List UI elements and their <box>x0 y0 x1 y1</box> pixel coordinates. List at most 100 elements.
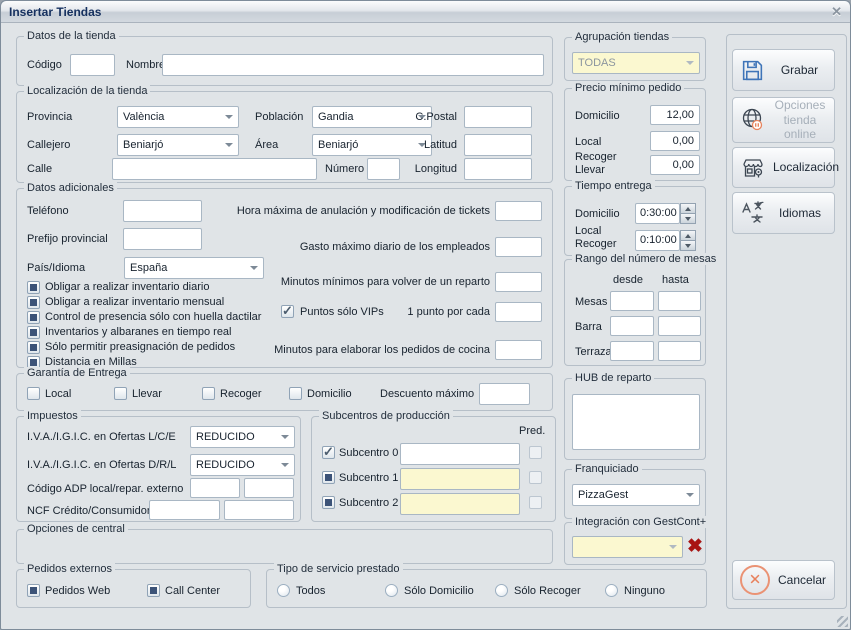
checkbox-pedidos-web[interactable] <box>27 584 40 597</box>
adp-externo-input[interactable] <box>244 478 294 498</box>
chevron-down-icon <box>225 143 233 147</box>
checkbox-preasignacion[interactable] <box>27 341 40 354</box>
subcentro-1-input[interactable] <box>400 468 520 490</box>
tiempo-local-spinner[interactable] <box>680 230 696 251</box>
minutos-minimos-input[interactable] <box>495 272 542 292</box>
group-gestcont: Integración con GestCont+ ✖ <box>564 522 706 565</box>
subcentro-0-input[interactable] <box>400 443 520 465</box>
spin-down-icon[interactable] <box>680 240 696 251</box>
mesas-desde-input[interactable] <box>610 291 654 311</box>
group-title: Impuestos <box>24 410 81 422</box>
checkbox-inventario-diario[interactable] <box>27 281 40 294</box>
close-icon[interactable]: ✕ <box>831 5 842 18</box>
codigo-input[interactable] <box>70 54 115 76</box>
adp-label: Código ADP local/repar. externo <box>27 483 183 496</box>
radio-ninguno[interactable] <box>605 584 618 597</box>
minutos-cocina-label: Minutos para elaborar los pedidos de coc… <box>217 344 490 356</box>
mesas-hasta-input[interactable] <box>658 291 701 311</box>
group-title: Subcentros de producción <box>319 410 453 422</box>
resize-grip[interactable] <box>837 616 848 627</box>
group-datos-adicionales: Datos adicionales Teléfono Prefijo provi… <box>16 188 553 368</box>
iva-drl-combo[interactable]: REDUCIDO <box>190 454 295 476</box>
longitud-input[interactable] <box>464 158 532 180</box>
checkbox-label: Obligar a realizar inventario diario <box>45 281 209 294</box>
hub-listbox[interactable] <box>572 394 700 450</box>
tiempo-domicilio-input[interactable]: 0:30:00 <box>635 203 680 224</box>
grabar-label: Grabar <box>772 63 827 77</box>
punto-por-cada-input[interactable] <box>495 302 542 322</box>
checkbox-garantia-llevar[interactable] <box>114 387 127 400</box>
checkbox-label: Local <box>45 388 71 401</box>
window-title: Insertar Tiendas <box>9 5 101 19</box>
barra-hasta-input[interactable] <box>658 316 701 336</box>
cancelar-button[interactable]: Cancelar <box>732 560 835 600</box>
barra-desde-input[interactable] <box>610 316 654 336</box>
opciones-tienda-online-button[interactable]: Opciones tienda online <box>732 97 835 143</box>
ncf-credito-input[interactable] <box>149 500 220 520</box>
checkbox-pred-0[interactable] <box>529 446 542 459</box>
area-label: Área <box>255 139 278 152</box>
red-x-icon[interactable]: ✖ <box>687 537 703 556</box>
checkbox-tiempo-real[interactable] <box>27 326 40 339</box>
checkbox-subcentro-1[interactable] <box>322 471 335 484</box>
gasto-maximo-input[interactable] <box>495 237 542 257</box>
agrupacion-combo[interactable]: TODAS <box>572 52 700 74</box>
provincia-combo[interactable]: València <box>117 106 239 128</box>
checkbox-pred-1[interactable] <box>529 471 542 484</box>
group-franquiciado: Franquiciado PizzaGest <box>564 469 706 519</box>
tiempo-domicilio-spinner[interactable] <box>680 203 696 224</box>
group-title: Pedidos externos <box>24 563 115 575</box>
calle-input[interactable] <box>112 158 317 180</box>
checkbox-garantia-recoger[interactable] <box>202 387 215 400</box>
gasto-maximo-label: Gasto máximo diario de los empleados <box>217 241 490 253</box>
checkbox-inventario-mensual[interactable] <box>27 296 40 309</box>
checkbox-label: Llevar <box>132 388 162 401</box>
localizacion-button[interactable]: Localización <box>732 147 835 188</box>
latitud-input[interactable] <box>464 134 532 156</box>
checkbox-subcentro-0[interactable] <box>322 446 335 459</box>
tiempo-local-input[interactable]: 0:10:00 <box>635 230 680 251</box>
radio-solo-domicilio[interactable] <box>385 584 398 597</box>
telefono-label: Teléfono <box>27 205 69 218</box>
radio-todos[interactable] <box>277 584 290 597</box>
precio-local-input[interactable]: 0,00 <box>650 131 700 151</box>
subcentro-2-input[interactable] <box>400 493 520 515</box>
radio-label: Sólo Recoger <box>514 585 581 598</box>
checkbox-call-center[interactable] <box>147 584 160 597</box>
checkbox-subcentro-2[interactable] <box>322 496 335 509</box>
title-bar[interactable]: Insertar Tiendas ✕ <box>1 1 850 23</box>
checkbox-pred-2[interactable] <box>529 496 542 509</box>
radio-solo-recoger[interactable] <box>495 584 508 597</box>
group-precio-minimo: Precio mínimo pedido Domicilio 12,00 Loc… <box>564 88 706 181</box>
precio-recoger-input[interactable]: 0,00 <box>650 155 700 175</box>
spin-down-icon[interactable] <box>680 213 696 224</box>
prefijo-input[interactable] <box>123 228 202 250</box>
adp-local-input[interactable] <box>190 478 240 498</box>
callejero-value: Beniarjó <box>123 139 225 151</box>
checkbox-garantia-local[interactable] <box>27 387 40 400</box>
terraza-hasta-input[interactable] <box>658 341 701 361</box>
terraza-desde-input[interactable] <box>610 341 654 361</box>
checkbox-garantia-domicilio[interactable] <box>289 387 302 400</box>
group-title: Integración con GestCont+ <box>572 516 709 528</box>
telefono-input[interactable] <box>123 200 202 222</box>
ncf-consumidor-input[interactable] <box>224 500 294 520</box>
checkbox-puntos-vips[interactable] <box>281 305 294 318</box>
nombre-input[interactable] <box>162 54 544 76</box>
precio-domicilio-input[interactable]: 12,00 <box>650 105 700 125</box>
callejero-combo[interactable]: Beniarjó <box>117 134 239 156</box>
grabar-button[interactable]: Grabar <box>732 49 835 91</box>
cpostal-input[interactable] <box>464 106 532 128</box>
latitud-label: Latitud <box>392 139 457 151</box>
iva-lce-combo[interactable]: REDUCIDO <box>190 426 295 448</box>
franquiciado-combo[interactable]: PizzaGest <box>572 484 700 506</box>
gestcont-combo[interactable] <box>572 536 683 558</box>
descuento-maximo-label: Descuento máximo <box>380 388 474 401</box>
group-title: HUB de reparto <box>572 372 654 384</box>
minutos-cocina-input[interactable] <box>495 340 542 360</box>
checkbox-label: Subcentro 1 <box>339 472 398 485</box>
checkbox-huella-dactilar[interactable] <box>27 311 40 324</box>
idiomas-button[interactable]: Idiomas <box>732 192 835 234</box>
hora-maxima-input[interactable] <box>495 201 542 221</box>
descuento-maximo-input[interactable] <box>479 383 530 405</box>
